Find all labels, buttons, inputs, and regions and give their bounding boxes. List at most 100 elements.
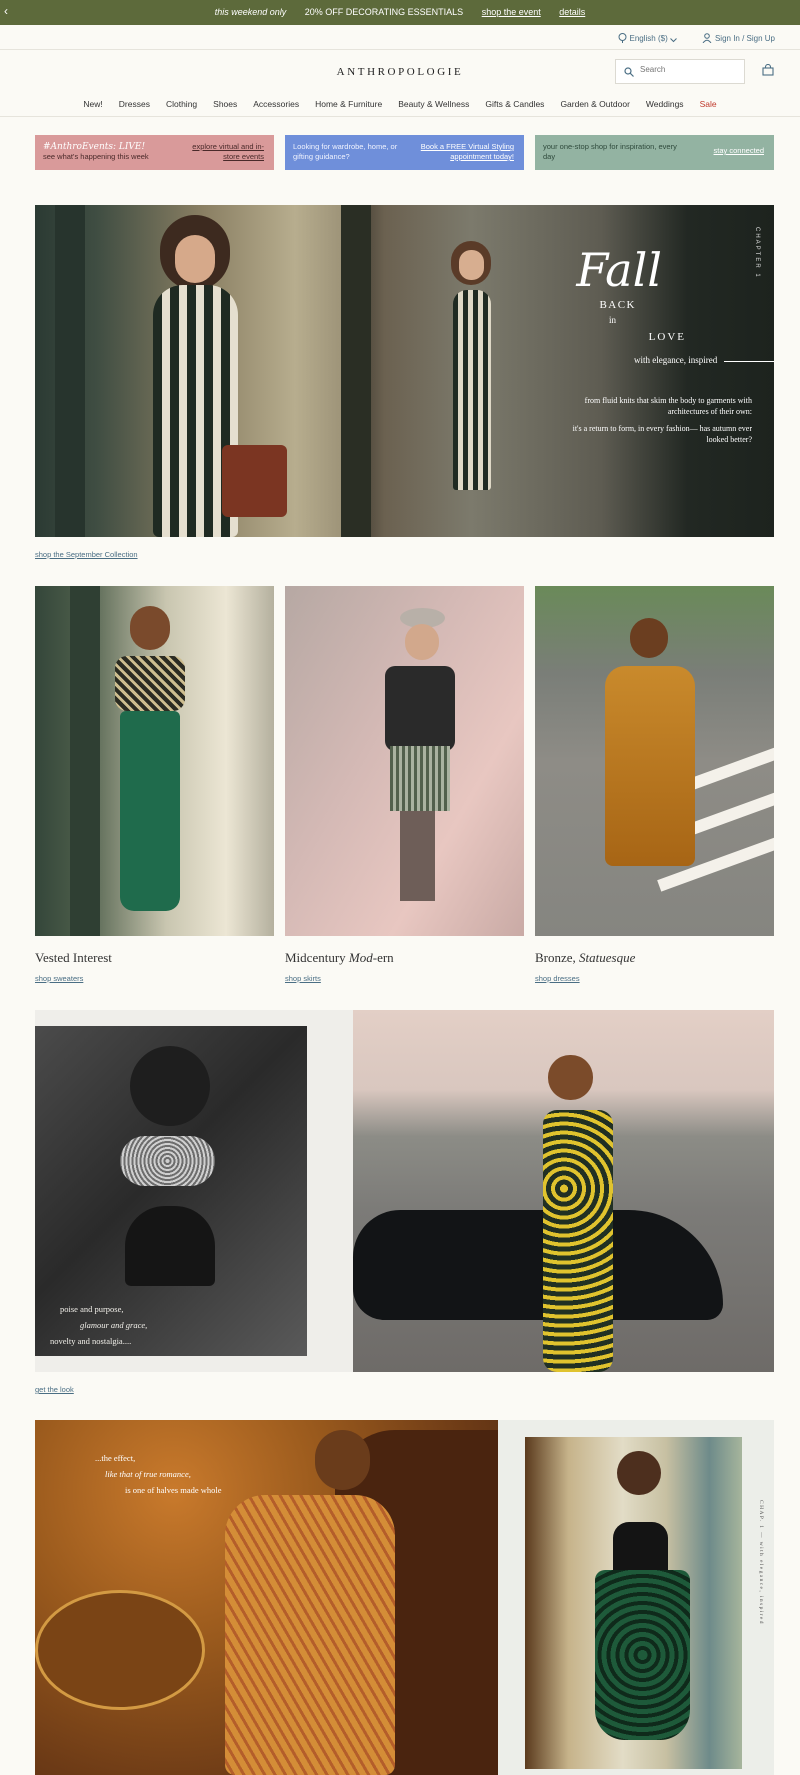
feature2-copy: poise and purpose, glamour and grace, no… (50, 1301, 147, 1349)
tile2-plaid-skirt (390, 746, 450, 811)
tile1-pillar (70, 586, 100, 936)
feature2-line3: novelty and nostalgia.... (50, 1336, 132, 1346)
feature3-side-top (613, 1522, 668, 1572)
feature-romance[interactable]: ...the effect, like that of true romance… (35, 1420, 774, 1775)
feature3-warm-photo: ...the effect, like that of true romance… (35, 1420, 498, 1775)
tile3-hair (630, 618, 668, 658)
hero-paragraph-1: from fluid knits that skim the body to g… (584, 396, 752, 416)
nav-item-new[interactable]: New! (83, 99, 102, 109)
hero-elegance: with elegance, inspired (614, 355, 774, 365)
tile2-title-suffix: -ern (372, 950, 394, 965)
chevron-down-icon (670, 38, 677, 43)
tile2-title-text: Midcentury (285, 950, 349, 965)
hero-in: in (608, 315, 616, 325)
site-header: ANTHROPOLOGIE New!DressesClothingShoesAc… (0, 51, 800, 117)
tile3-title-text: Bronze, (535, 950, 580, 965)
tile1-trousers (120, 711, 180, 911)
events-banner[interactable]: #AnthroEvents: LIVE! see what's happenin… (35, 135, 274, 170)
tile-midcentury-modern[interactable] (285, 586, 524, 936)
leather-handbag (222, 445, 287, 517)
nav-item-shoes[interactable]: Shoes (213, 99, 237, 109)
hero-paragraph-2: it's a return to form, in every fashion—… (572, 424, 752, 444)
feature2-bw-photo: poise and purpose, glamour and grace, no… (35, 1026, 307, 1356)
feature3-side-hair (617, 1451, 661, 1495)
promo-message: this weekend only 20% OFF DECORATING ESS… (0, 7, 800, 17)
nav-item-gifts-candles[interactable]: Gifts & Candles (485, 99, 544, 109)
feature3-round-table (35, 1590, 205, 1710)
events-banner-link[interactable]: explore virtual and in-store events (184, 142, 264, 162)
nav-item-weddings[interactable]: Weddings (646, 99, 684, 109)
inspiration-banner[interactable]: your one-stop shop for inspiration, ever… (535, 135, 774, 170)
tile1-title: Vested Interest (35, 950, 112, 966)
get-the-look-link[interactable]: get the look (35, 1385, 74, 1394)
tile1-title-text: Vested Interest (35, 950, 112, 965)
tile1-link[interactable]: shop sweaters (35, 974, 83, 983)
sign-in-label: Sign In / Sign Up (714, 34, 775, 43)
tile3-link[interactable]: shop dresses (535, 974, 580, 983)
nav-item-dresses[interactable]: Dresses (119, 99, 150, 109)
feature3-hair (315, 1430, 370, 1490)
language-selector[interactable]: English ($) (618, 33, 680, 43)
tile1-vest (115, 656, 185, 711)
feature3-framed-photo (525, 1437, 742, 1769)
tile2-legs (400, 811, 435, 901)
tile2-face (405, 624, 439, 660)
user-icon (702, 33, 712, 44)
tile3-title-italic: Statuesque (579, 950, 636, 965)
tile2-link[interactable]: shop skirts (285, 974, 321, 983)
nav-item-home-furniture[interactable]: Home & Furniture (315, 99, 382, 109)
feature2-convertible-car (353, 1210, 723, 1320)
styling-banner-text: Looking for wardrobe, home, or gifting g… (293, 142, 398, 161)
model-face-right (459, 250, 484, 280)
shopping-bag-icon[interactable] (762, 64, 774, 76)
events-banner-title: #AnthroEvents: LIVE! (43, 142, 146, 152)
language-label: English ($) (629, 34, 668, 43)
nav-item-sale[interactable]: Sale (700, 99, 717, 109)
inspiration-banner-link[interactable]: stay connected (714, 146, 764, 156)
promo-bar: ‹ this weekend only 20% OFF DECORATING E… (0, 0, 800, 25)
feature3-side-caption: CHAP. 1 — with elegance, inspired (758, 1500, 764, 1625)
hero-feature[interactable]: Fall BACK in LOVE with elegance, inspire… (35, 205, 774, 537)
feature2-hair (130, 1046, 210, 1126)
nav-item-beauty-wellness[interactable]: Beauty & Wellness (398, 99, 469, 109)
patterned-dress-right (453, 290, 491, 490)
hero-fall: Fall (576, 243, 662, 297)
feature2-street-photo (353, 1010, 774, 1372)
tile3-title: Bronze, Statuesque (535, 950, 635, 966)
search-box[interactable] (615, 59, 745, 84)
globe-pin-icon (618, 33, 627, 43)
tile-bronze-statuesque[interactable] (535, 586, 774, 936)
shop-september-link[interactable]: shop the September Collection (35, 550, 138, 559)
tile3-amber-dress (605, 666, 695, 866)
styling-banner-link[interactable]: Book a FREE Virtual Styling appointment … (414, 142, 514, 162)
tile2-top (385, 666, 455, 751)
feature3-striped-dress (225, 1495, 395, 1775)
promo-headline: 20% OFF DECORATING ESSENTIALS (304, 7, 464, 17)
nav-item-clothing[interactable]: Clothing (166, 99, 197, 109)
tile1-hair (130, 606, 170, 650)
tile-vested-interest[interactable] (35, 586, 274, 936)
nav-item-accessories[interactable]: Accessories (253, 99, 299, 109)
feature2-model-hair (548, 1055, 593, 1100)
model-face (175, 235, 215, 283)
feature2-lace-collar (120, 1136, 215, 1186)
utility-bar: English ($) Sign In / Sign Up (0, 25, 800, 50)
feature3-line2: like that of true romance, (105, 1469, 191, 1479)
search-input[interactable] (640, 65, 735, 74)
tile2-title-italic: Mod (348, 950, 373, 965)
nav-item-garden-outdoor[interactable]: Garden & Outdoor (560, 99, 629, 109)
hero-photo-left (35, 205, 341, 537)
feature-glamour[interactable]: poise and purpose, glamour and grace, no… (35, 1010, 774, 1372)
sign-in-link[interactable]: Sign In / Sign Up (702, 33, 775, 44)
promo-details-link[interactable]: details (559, 7, 585, 17)
search-icon (624, 67, 634, 77)
styling-banner[interactable]: Looking for wardrobe, home, or gifting g… (285, 135, 524, 170)
feature2-line2: glamour and grace, (80, 1320, 148, 1330)
hero-love: LOVE (648, 331, 686, 343)
promo-shop-link[interactable]: shop the event (482, 7, 541, 17)
inspiration-banner-text: your one-stop shop for inspiration, ever… (543, 142, 677, 161)
station-pillar (55, 205, 85, 537)
feature2-line1: poise and purpose, (60, 1304, 124, 1314)
hero-back: BACK (599, 299, 636, 311)
tile2-title: Midcentury Mod-ern (285, 950, 394, 966)
